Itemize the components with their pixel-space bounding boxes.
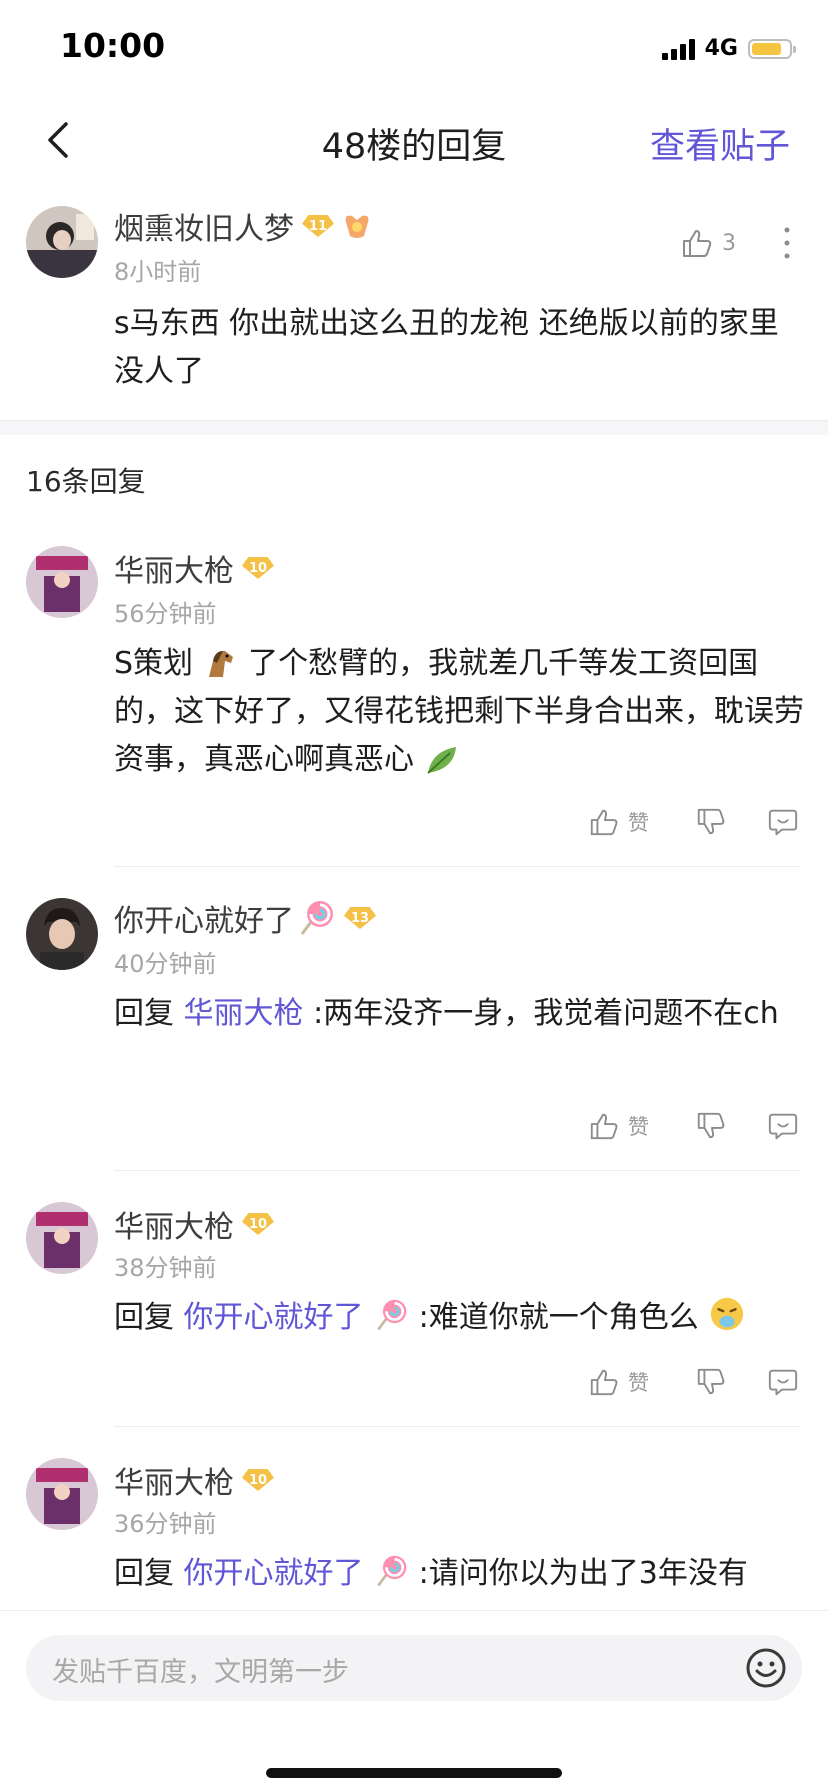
level-badge: 10 [242, 557, 274, 579]
fan-badge-icon [345, 215, 369, 238]
mentioned-user[interactable]: 你开心就好了 [184, 1300, 364, 1335]
network-label: 4G [704, 36, 738, 61]
bottom-bar: 发贴千百度，文明第一步 [0, 1610, 828, 1792]
avatar[interactable] [26, 546, 98, 618]
level-badge: 13 [344, 907, 376, 929]
battery-icon [748, 38, 796, 59]
view-post-link[interactable]: 查看贴子 [650, 118, 790, 169]
reply-actions: 赞 [588, 806, 799, 838]
status-indicators: 4G [661, 36, 796, 61]
lollipop-icon [300, 901, 333, 935]
mentioned-user[interactable]: 华丽大枪 [184, 996, 304, 1031]
like-button[interactable]: 赞 [588, 1366, 649, 1398]
like-button[interactable]: 赞 [588, 1110, 649, 1142]
comment-icon[interactable] [767, 1366, 799, 1398]
reply-author[interactable]: 华丽大枪 10 [114, 546, 274, 590]
avatar[interactable] [26, 1458, 98, 1530]
avatar[interactable] [26, 1202, 98, 1274]
avatar[interactable] [26, 206, 98, 278]
section-divider [0, 420, 828, 435]
thumb-down-icon[interactable] [695, 1366, 727, 1398]
thumb-down-icon[interactable] [695, 1110, 727, 1142]
post-time: 8小时前 [114, 258, 202, 286]
reply-time: 56分钟前 [114, 600, 217, 628]
reply-author[interactable]: 你开心就好了 13 [114, 896, 376, 940]
nav-bar: 48楼的回复 查看贴子 [0, 100, 828, 180]
thumb-up-icon [590, 1369, 618, 1396]
row-divider [114, 866, 800, 867]
lollipop-icon [377, 1555, 407, 1587]
mentioned-user[interactable]: 你开心就好了 [184, 1556, 364, 1591]
reply-actions: 赞 [588, 1110, 799, 1142]
reply-actions: 赞 [588, 1366, 799, 1398]
reply-input[interactable]: 发贴千百度，文明第一步 [26, 1635, 802, 1701]
reply-content: 回复 你开心就好了 :请问你以为出了3年没有 [114, 1550, 814, 1598]
signal-icon [661, 38, 695, 60]
like-count: 3 [722, 230, 736, 256]
leaf-emoji-icon [426, 747, 456, 774]
post-content: s马东西 你出就出这么丑的龙袍 还绝版以前的家里没人了 [114, 306, 779, 389]
reply-time: 40分钟前 [114, 950, 217, 978]
comment-icon[interactable] [767, 806, 799, 838]
lollipop-icon [377, 1299, 407, 1331]
reply-author[interactable]: 华丽大枪 10 [114, 1458, 274, 1502]
reply-author-name: 华丽大枪 [114, 1466, 234, 1501]
more-options-icon[interactable] [782, 226, 792, 260]
reply-author-name: 华丽大枪 [114, 1210, 234, 1245]
emoji-picker-icon[interactable] [744, 1646, 788, 1690]
reply-author[interactable]: 华丽大枪 10 [114, 1202, 274, 1246]
avatar[interactable] [26, 898, 98, 970]
reply-author-name: 你开心就好了 [114, 904, 294, 939]
reply-time: 36分钟前 [114, 1510, 217, 1538]
reply-author-name: 华丽大枪 [114, 554, 234, 589]
level-badge: 11 [302, 215, 334, 237]
comment-icon[interactable] [767, 1110, 799, 1142]
post-author[interactable]: 烟熏妆旧人梦 11 [114, 204, 372, 248]
thumb-down-icon[interactable] [695, 806, 727, 838]
input-placeholder: 发贴千百度，文明第一步 [52, 1657, 349, 1688]
thumb-up-icon [683, 230, 712, 257]
reply-content: 回复 你开心就好了 :难道你就一个角色么 [114, 1294, 814, 1342]
thumb-up-icon [590, 1113, 618, 1140]
like-button[interactable]: 赞 [588, 806, 649, 838]
reply-count: 16条回复 [26, 465, 146, 498]
post-author-name: 烟熏妆旧人梦 [114, 212, 294, 247]
home-indicator [266, 1768, 562, 1778]
status-time: 10:00 [60, 26, 166, 65]
row-divider [114, 1426, 800, 1427]
post-like-button[interactable]: 3 [680, 226, 736, 260]
horse-emoji-icon [208, 651, 233, 677]
reply-detail-page: 10:00 4G 48楼的回复 查看贴子 烟熏妆旧人梦 11 8小时前 3 s马… [0, 0, 828, 1792]
reply-content: 回复 华丽大枪 :两年没齐一身，我觉着问题不在ch [114, 996, 779, 1031]
status-bar: 10:00 4G [0, 0, 828, 100]
reply-time: 38分钟前 [114, 1254, 217, 1282]
thumb-up-icon [590, 809, 618, 836]
row-divider [114, 1170, 800, 1171]
level-badge: 10 [242, 1213, 274, 1235]
vomit-face-emoji-icon [711, 1297, 744, 1331]
reply-content: S策划 了个愁臂的，我就差几千等发工资回国的，这下好了，又得花钱把剩下半身合出来… [114, 646, 804, 777]
level-badge: 10 [242, 1469, 274, 1491]
